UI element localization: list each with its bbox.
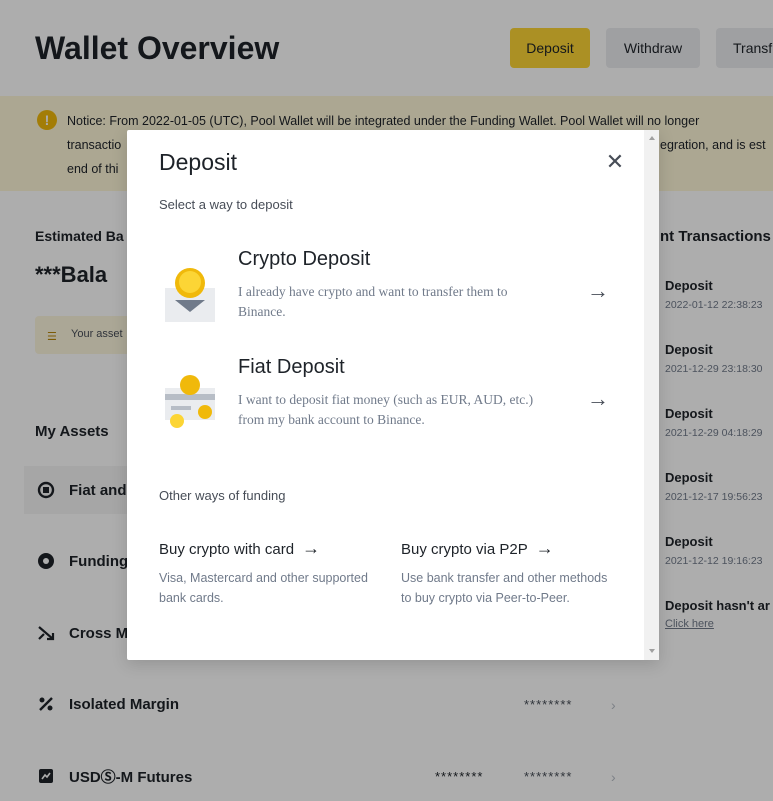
funding-description: Use bank transfer and other methods to b… (401, 571, 608, 605)
option-title: Fiat Deposit (238, 356, 345, 378)
funding-title: Buy crypto with card (159, 541, 295, 558)
option-description: I want to deposit fiat money (such as EU… (238, 392, 534, 427)
crypto-deposit-icon (163, 264, 217, 324)
crypto-deposit-option[interactable]: Crypto Deposit I already have crypto and… (159, 248, 619, 348)
scroll-down-icon[interactable] (649, 649, 655, 653)
fiat-deposit-option[interactable]: Fiat Deposit I want to deposit fiat mone… (159, 356, 619, 456)
buy-crypto-card-option[interactable]: Buy crypto with card → Visa, Mastercard a… (159, 538, 369, 608)
funding-description: Visa, Mastercard and other supported ban… (159, 571, 368, 605)
deposit-modal: Deposit ✕ Select a way to deposit Crypto… (127, 130, 659, 660)
other-ways-label: Other ways of funding (159, 488, 286, 503)
arrow-right-icon: → (535, 538, 554, 558)
arrow-right-icon: → (302, 538, 321, 558)
arrow-right-icon: → (587, 278, 609, 303)
arrow-right-icon: → (587, 386, 609, 411)
modal-subtitle: Select a way to deposit (159, 197, 293, 212)
scroll-up-icon[interactable] (649, 136, 655, 140)
buy-crypto-p2p-option[interactable]: Buy crypto via P2P → Use bank transfer an… (401, 538, 611, 608)
option-title: Crypto Deposit (238, 248, 371, 270)
close-icon[interactable]: ✕ (603, 149, 627, 174)
option-description: I already have crypto and want to transf… (238, 284, 508, 319)
modal-scrollbar[interactable] (644, 130, 659, 660)
modal-title: Deposit (159, 149, 237, 175)
funding-title: Buy crypto via P2P (401, 541, 528, 558)
fiat-deposit-icon (163, 372, 217, 432)
